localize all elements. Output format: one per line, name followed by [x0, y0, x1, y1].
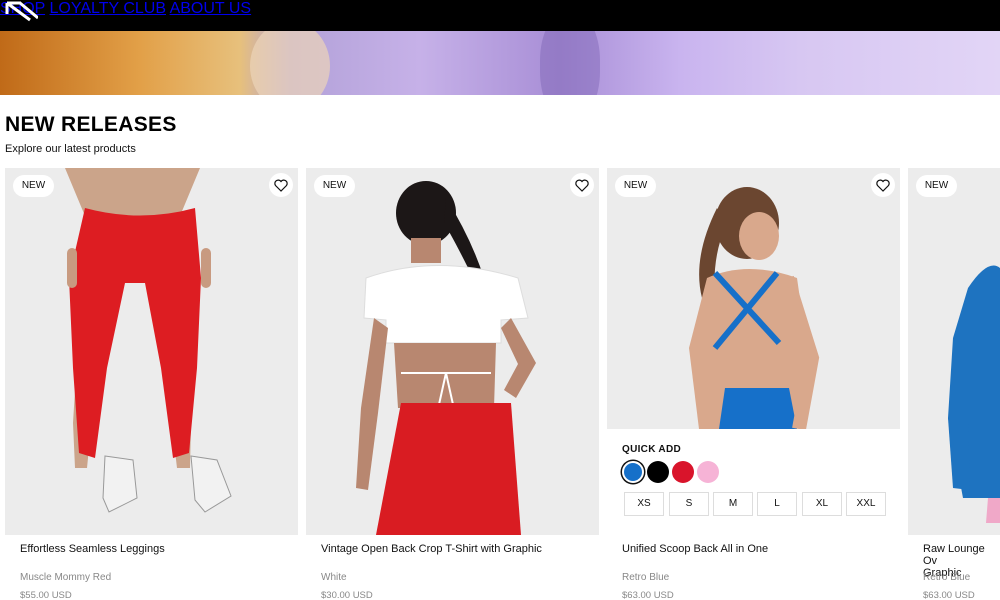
brand-logo[interactable] [4, 0, 38, 22]
product-name[interactable]: Unified Scoop Back All in One [622, 543, 892, 555]
size-option-xxl[interactable]: XXL [846, 492, 886, 516]
product-card[interactable]: NEW QUICK ADD XS S M L XL XXL Unified Sc… [607, 168, 900, 600]
wishlist-heart-icon[interactable] [570, 173, 594, 197]
size-option-l[interactable]: L [757, 492, 797, 516]
wishlist-heart-icon[interactable] [871, 173, 895, 197]
product-image[interactable]: NEW QUICK ADD XS S M L XL XXL [607, 168, 900, 535]
product-price: $63.00 USD [622, 590, 674, 600]
section-title: NEW RELEASES [5, 113, 177, 136]
nav-about-us-link[interactable]: ABOUT US [170, 0, 252, 17]
product-price: $55.00 USD [20, 590, 72, 600]
color-swatch-blue[interactable] [622, 461, 644, 483]
product-image[interactable]: NEW [908, 168, 1000, 535]
color-swatch-red[interactable] [672, 461, 694, 483]
quick-add-panel: QUICK ADD XS S M L XL XXL [607, 429, 900, 535]
size-option-m[interactable]: M [713, 492, 753, 516]
color-swatch-black[interactable] [647, 461, 669, 483]
product-price: $63.00 USD [923, 590, 975, 600]
product-color: White [321, 572, 347, 583]
product-card[interactable]: NEW Effortless Seamless Leggings Muscle … [5, 168, 298, 600]
nav-loyalty-club-link[interactable]: LOYALTY CLUB [50, 0, 167, 17]
new-badge: NEW [615, 175, 656, 197]
size-option-xs[interactable]: XS [624, 492, 664, 516]
section-subtitle: Explore our latest products [5, 143, 136, 155]
product-name[interactable]: Effortless Seamless Leggings [20, 543, 290, 555]
new-badge: NEW [314, 175, 355, 197]
product-name[interactable]: Vintage Open Back Crop T-Shirt with Grap… [321, 543, 591, 555]
color-swatch-pink[interactable] [697, 461, 719, 483]
product-color: Retro Blue [622, 572, 670, 583]
product-image[interactable]: NEW [306, 168, 599, 535]
size-option-s[interactable]: S [669, 492, 709, 516]
product-color: Muscle Mommy Red [20, 572, 112, 583]
product-color: Retro Blue [923, 572, 971, 583]
new-badge: NEW [916, 175, 957, 197]
quick-add-label: QUICK ADD [622, 444, 681, 455]
wishlist-heart-icon[interactable] [269, 173, 293, 197]
product-card[interactable]: NEW Vintage Open Back Crop T-Shirt with … [306, 168, 599, 600]
size-option-xl[interactable]: XL [802, 492, 842, 516]
product-image[interactable]: NEW [5, 168, 298, 535]
product-card[interactable]: NEW Raw Lounge Ov Graphic Retro Blue $63… [908, 168, 1000, 600]
product-price: $30.00 USD [321, 590, 373, 600]
new-badge: NEW [13, 175, 54, 197]
top-navigation-bar: SHOP LOYALTY CLUB ABOUT US [0, 0, 1000, 31]
hero-banner-image [0, 31, 1000, 95]
